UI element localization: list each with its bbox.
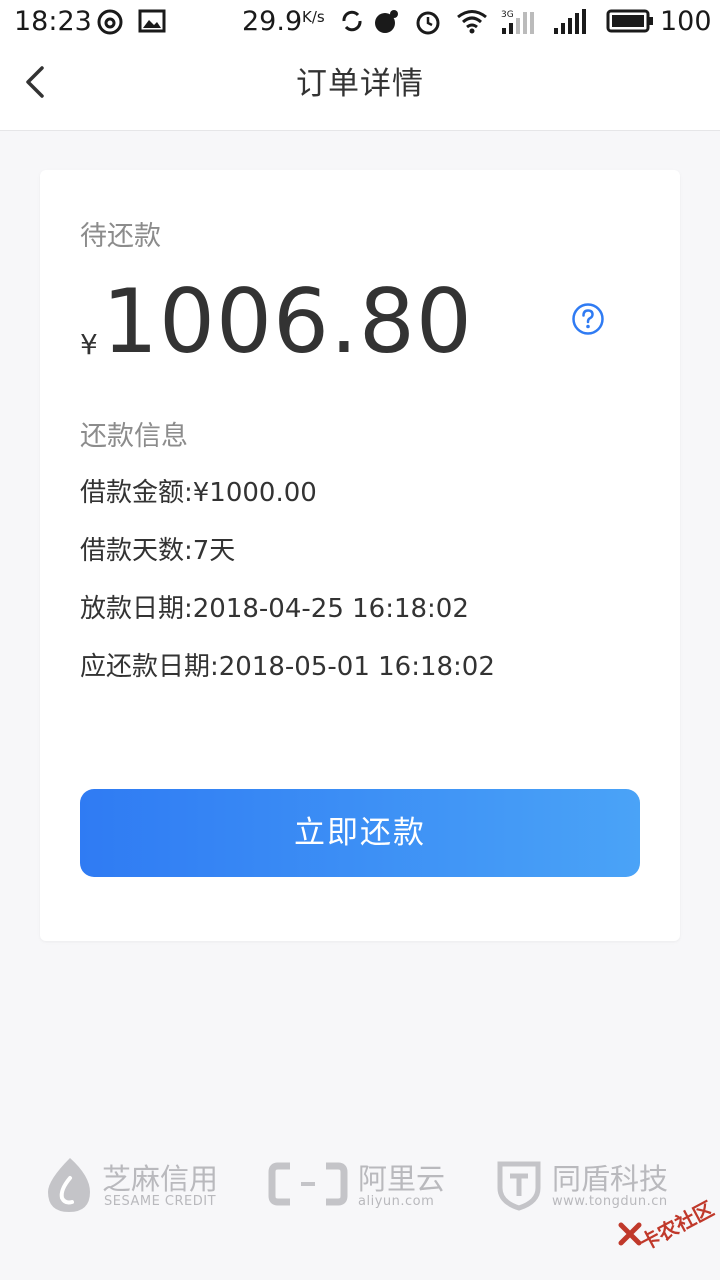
aliyun-name: 阿里云: [358, 1162, 446, 1196]
aliyun-url: aliyun.com: [358, 1194, 435, 1209]
repayment-due-date: 应还款日期:2018-05-01 16:18:02: [80, 652, 495, 682]
network-type-label: 3G: [501, 10, 514, 20]
aliyun-bracket-icon: [268, 1162, 348, 1206]
pending-label: 待还款: [80, 221, 161, 252]
aliyun-logo: 阿里云 aliyun.com: [268, 1150, 458, 1220]
pending-amount: 1006.80: [102, 270, 473, 373]
cellular-3g-icon: 3G: [501, 10, 534, 34]
cellular-signal-icon: [554, 9, 586, 34]
wifi-icon: [457, 10, 487, 34]
battery-level: 100: [660, 6, 712, 37]
netease-music-icon: [97, 9, 123, 35]
repayment-info-title: 还款信息: [80, 421, 188, 452]
watermark-stamp: 卡农社区: [618, 1188, 718, 1258]
network-speed-unit: K/s: [302, 8, 325, 26]
partner-logos: 芝麻信用 SESAME CREDIT 阿里云 aliyun.com 同盾科技 w…: [0, 1150, 720, 1230]
app-notification-icon: [375, 10, 398, 33]
order-card: 待还款 ¥ 1006.80 还款信息 借款金额:¥1000.00 借款天数:7天…: [40, 170, 680, 941]
disbursement-date: 放款日期:2018-04-25 16:18:02: [80, 594, 469, 624]
sesame-credit-sub: SESAME CREDIT: [104, 1194, 217, 1209]
repay-now-button[interactable]: 立即还款: [80, 789, 640, 877]
loan-days: 借款天数:7天: [80, 536, 236, 566]
sesame-credit-logo: 芝麻信用 SESAME CREDIT: [44, 1150, 234, 1220]
sync-icon: [342, 10, 362, 32]
shield-icon: [497, 1161, 541, 1211]
alarm-icon: [416, 11, 440, 35]
network-speed: 29.9: [242, 6, 303, 37]
currency-symbol: ¥: [80, 328, 98, 361]
nav-bar: 订单详情: [0, 46, 720, 131]
sesame-credit-name: 芝麻信用: [102, 1162, 219, 1196]
status-time: 18:23: [14, 6, 92, 37]
battery-icon: [606, 9, 653, 33]
page-title: 订单详情: [296, 66, 424, 102]
gallery-icon: [138, 9, 166, 33]
help-icon[interactable]: [571, 302, 605, 336]
status-bar: 18:23 29.9 K/s 3G 100: [0, 0, 720, 46]
sesame-drop-icon: [48, 1158, 90, 1212]
loan-amount: 借款金额:¥1000.00: [80, 478, 317, 508]
watermark-text: 卡农社区: [635, 1196, 718, 1256]
